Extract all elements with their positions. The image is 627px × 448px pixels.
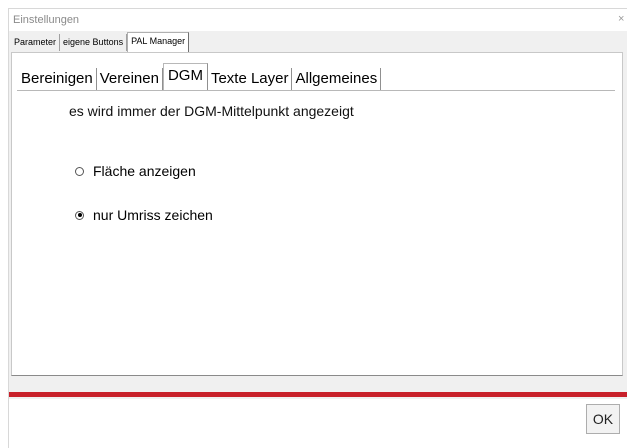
tab-texte-layer[interactable]: Texte Layer <box>208 68 293 90</box>
radio-label-umriss: nur Umriss zeichen <box>93 207 213 223</box>
accent-separator <box>9 392 627 397</box>
dgm-tab-content: es wird immer der DGM-Mittelpunkt angeze… <box>17 90 615 371</box>
pal-manager-panel: Bereinigen Vereinen DGM Texte Layer Allg… <box>11 52 623 376</box>
dialog-footer: OK <box>9 399 627 448</box>
radio-button-checked-icon[interactable] <box>75 210 84 220</box>
window-title: Einstellungen <box>13 14 80 26</box>
outer-tab-bar: Parameter eigene Buttons PAL Manager <box>11 32 190 53</box>
close-icon[interactable]: × <box>618 13 624 25</box>
tab-eigene-buttons[interactable]: eigene Buttons <box>60 34 128 51</box>
tab-vereinen[interactable]: Vereinen <box>97 68 163 90</box>
tab-pal-manager[interactable]: PAL Manager <box>127 32 190 53</box>
tab-parameter[interactable]: Parameter <box>11 34 61 51</box>
tab-bereinigen[interactable]: Bereinigen <box>18 68 97 90</box>
settings-dialog: Einstellungen × Parameter eigene Buttons… <box>8 8 627 448</box>
radio-label-flaeche: Fläche anzeigen <box>93 163 196 179</box>
tab-allgemeines[interactable]: Allgemeines <box>292 68 382 90</box>
radio-flaeche-anzeigen[interactable]: Fläche anzeigen <box>75 163 196 179</box>
title-bar: Einstellungen × <box>9 9 627 31</box>
radio-button-icon[interactable] <box>75 166 84 176</box>
ok-button[interactable]: OK <box>586 404 620 434</box>
inner-tab-bar: Bereinigen Vereinen DGM Texte Layer Allg… <box>18 63 382 90</box>
radio-nur-umriss-zeichen[interactable]: nur Umriss zeichen <box>75 207 213 223</box>
dgm-info-text: es wird immer der DGM-Mittelpunkt angeze… <box>69 103 354 119</box>
tab-dgm[interactable]: DGM <box>162 63 208 90</box>
